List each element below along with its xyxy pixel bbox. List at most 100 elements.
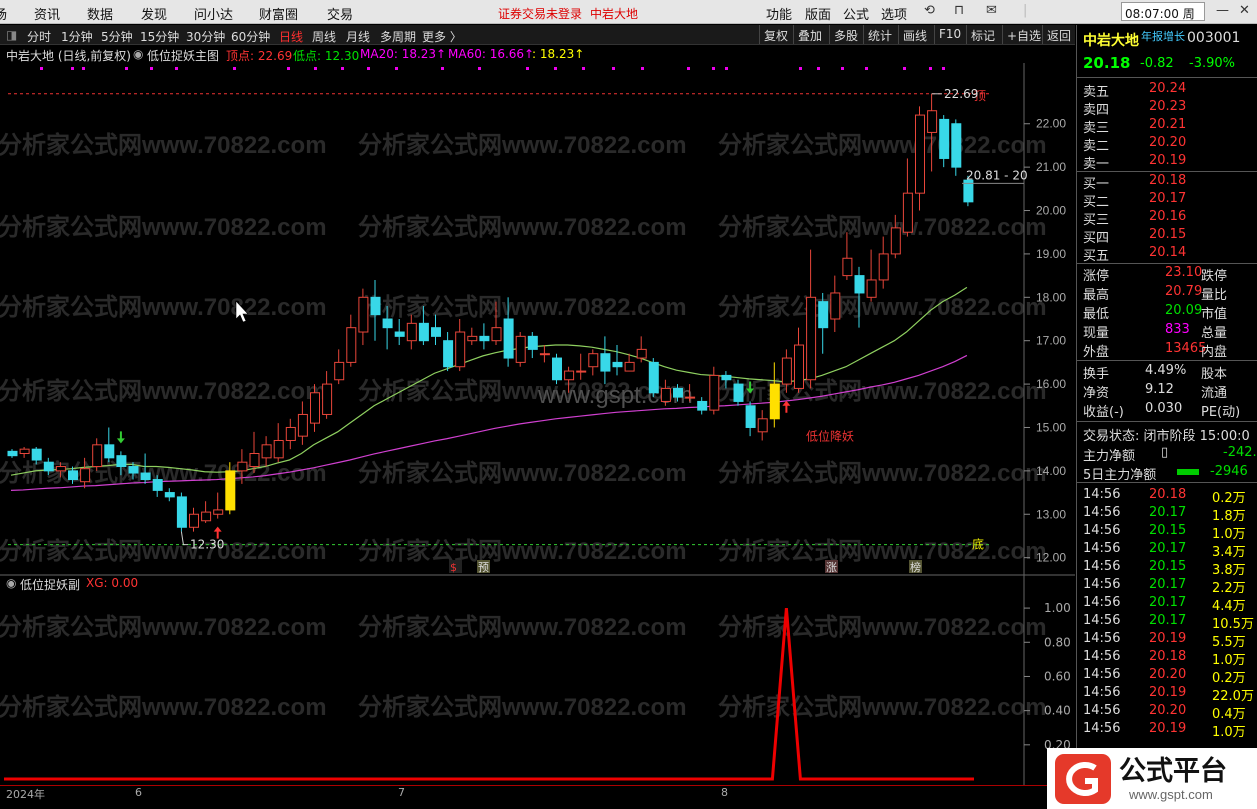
candle-body [261,444,272,459]
menu-item-trade[interactable]: 交易 [327,4,353,23]
alert-stock[interactable]: 中岩大地 [590,5,638,22]
stat-label: 净资 [1083,386,1110,401]
sub-formula-toggle-icon[interactable]: ◉ [6,576,16,590]
watermark-text: 分析家公式网www.70822.com [718,293,1047,321]
candle-body [539,353,550,356]
adjust-button[interactable]: 复权 [759,25,793,44]
tick-volume: 1.0万 [1212,725,1246,740]
menu-item-news[interactable]: 资讯 [34,4,60,23]
menu-item-data[interactable]: 数据 [87,4,113,23]
formula-toggle-icon[interactable]: ◉ [133,47,143,61]
stats-button[interactable]: 统计 [863,25,897,44]
menu-item-market[interactable]: 场 [0,4,7,23]
f10-button[interactable]: F10 [934,25,966,44]
mail-icon[interactable]: ✉ [986,3,997,18]
tick-row: 14:56 20.20 0.2万 [1077,666,1257,686]
tick-row: 14:56 20.17 3.4万 [1077,540,1257,560]
period-tab-timeshare[interactable]: 分时 [27,28,51,45]
candle-body [915,114,925,194]
indicator-dot [441,67,444,70]
period-tab-more[interactable]: 更多 〉 [422,28,462,45]
chart-background [0,63,1075,785]
candle-body [31,448,42,461]
overlay-button[interactable]: 叠加 [793,25,827,44]
candle-body [467,335,478,342]
logo-text: 公式平台 [1119,755,1227,786]
bid-price: 20.17 [1149,191,1187,206]
candle-body [503,318,514,359]
y-tick-label: 14.00 [1036,464,1066,478]
y-tick-label: 12.00 [1036,551,1066,565]
stock-tag[interactable]: 年报增长 [1141,28,1185,44]
period-tab-1min[interactable]: 1分钟 [61,28,93,45]
menu-formula[interactable]: 公式 [843,4,869,23]
tick-row: 14:56 20.19 22.0万 [1077,684,1257,704]
period-tab-15min[interactable]: 15分钟 [140,28,179,45]
formula-name[interactable]: 低位捉妖主图 [147,47,219,64]
y-tick-label: 17.00 [1036,334,1066,348]
tick-price: 20.17 [1149,613,1187,628]
stat-row: 收益(-) 0.030 PE(动) [1077,400,1257,420]
add-watch-button[interactable]: +自选 [1002,25,1046,44]
stat-label: 收益(-) [1083,405,1124,420]
watermark-text: 分析家公式网www.70822.com [358,131,687,159]
back-button[interactable]: 返回 [1042,25,1076,44]
candle-body [660,387,671,402]
minimize-icon[interactable]: — [1216,3,1229,18]
sub-y-tick-label: 0.60 [1044,669,1071,683]
divider [1077,360,1257,361]
bid-row: 买五 20.14 [1077,244,1257,264]
indicator-dot [641,67,644,70]
period-tab-30min[interactable]: 30分钟 [186,28,225,45]
stat-label-right: 总量 [1201,326,1228,341]
close-icon[interactable]: ✕ [1239,3,1250,18]
candle-body [128,466,139,474]
tick-price: 20.19 [1149,685,1187,700]
period-tab-5min[interactable]: 5分钟 [101,28,133,45]
menu-options[interactable]: 选项 [881,4,907,23]
date-axis: 2024年 6 7 8 [0,785,1075,809]
multi-stock-button[interactable]: 多股 [829,25,863,44]
candle-body [588,353,599,368]
candle-body [624,361,635,372]
main-chart[interactable]: 分析家公式网www.70822.com 分析家公式网www.70822.com 分析… [0,63,1075,785]
event-label: $ [450,561,457,574]
period-tab-weekly[interactable]: 周线 [312,28,336,45]
watermark-text: 分析家公式网www.70822.com [718,377,1047,405]
period-tab-monthly[interactable]: 月线 [346,28,370,45]
candle-body [902,192,913,233]
stat-value: 4.49% [1145,363,1187,378]
candle-body [92,444,103,468]
candle-body [648,361,659,394]
login-alert[interactable]: 证券交易未登录 [498,5,582,22]
stat-label-right: PE(动) [1201,405,1241,420]
candle-body [818,301,829,329]
panel-toggle-icon[interactable]: ◨ [6,28,17,42]
flow-value: -242.7 [1223,445,1257,460]
mark-button[interactable]: 标记 [966,25,1000,44]
watermark-text: 分析家公式网www.70822.com [358,537,687,565]
period-tab-multi[interactable]: 多周期 [380,28,416,45]
menu-item-discover[interactable]: 发现 [141,4,167,23]
candle-body [406,322,417,342]
lock-icon[interactable]: ⊓ [954,3,964,18]
indicator-dot [725,67,728,70]
candle-body [878,253,889,281]
menu-layout[interactable]: 版面 [805,4,831,23]
tick-row: 14:56 20.19 1.0万 [1077,720,1257,740]
indicator-dot [929,67,932,70]
draw-button[interactable]: 画线 [898,25,932,44]
period-tab-daily[interactable]: 日线 [279,28,303,45]
menu-item-wealth[interactable]: 财富圈 [259,4,298,23]
sub-formula-name[interactable]: 低位捉妖副 [20,576,80,593]
candle-body [431,327,441,337]
period-tab-60min[interactable]: 60分钟 [231,28,270,45]
menu-function[interactable]: 功能 [766,4,792,23]
menu-item-wenxiaoda[interactable]: 问小达 [194,4,233,23]
refresh-icon[interactable]: ⟲ [924,3,935,18]
ask-price: 20.19 [1149,153,1187,168]
flow-label: 5日主力净额 [1083,468,1157,483]
stat-value: 20.09 [1165,303,1203,318]
trade-status: 交易状态: 闭市阶段 15:00:0 [1083,429,1250,444]
ask-row: 卖一 20.19 [1077,152,1257,172]
